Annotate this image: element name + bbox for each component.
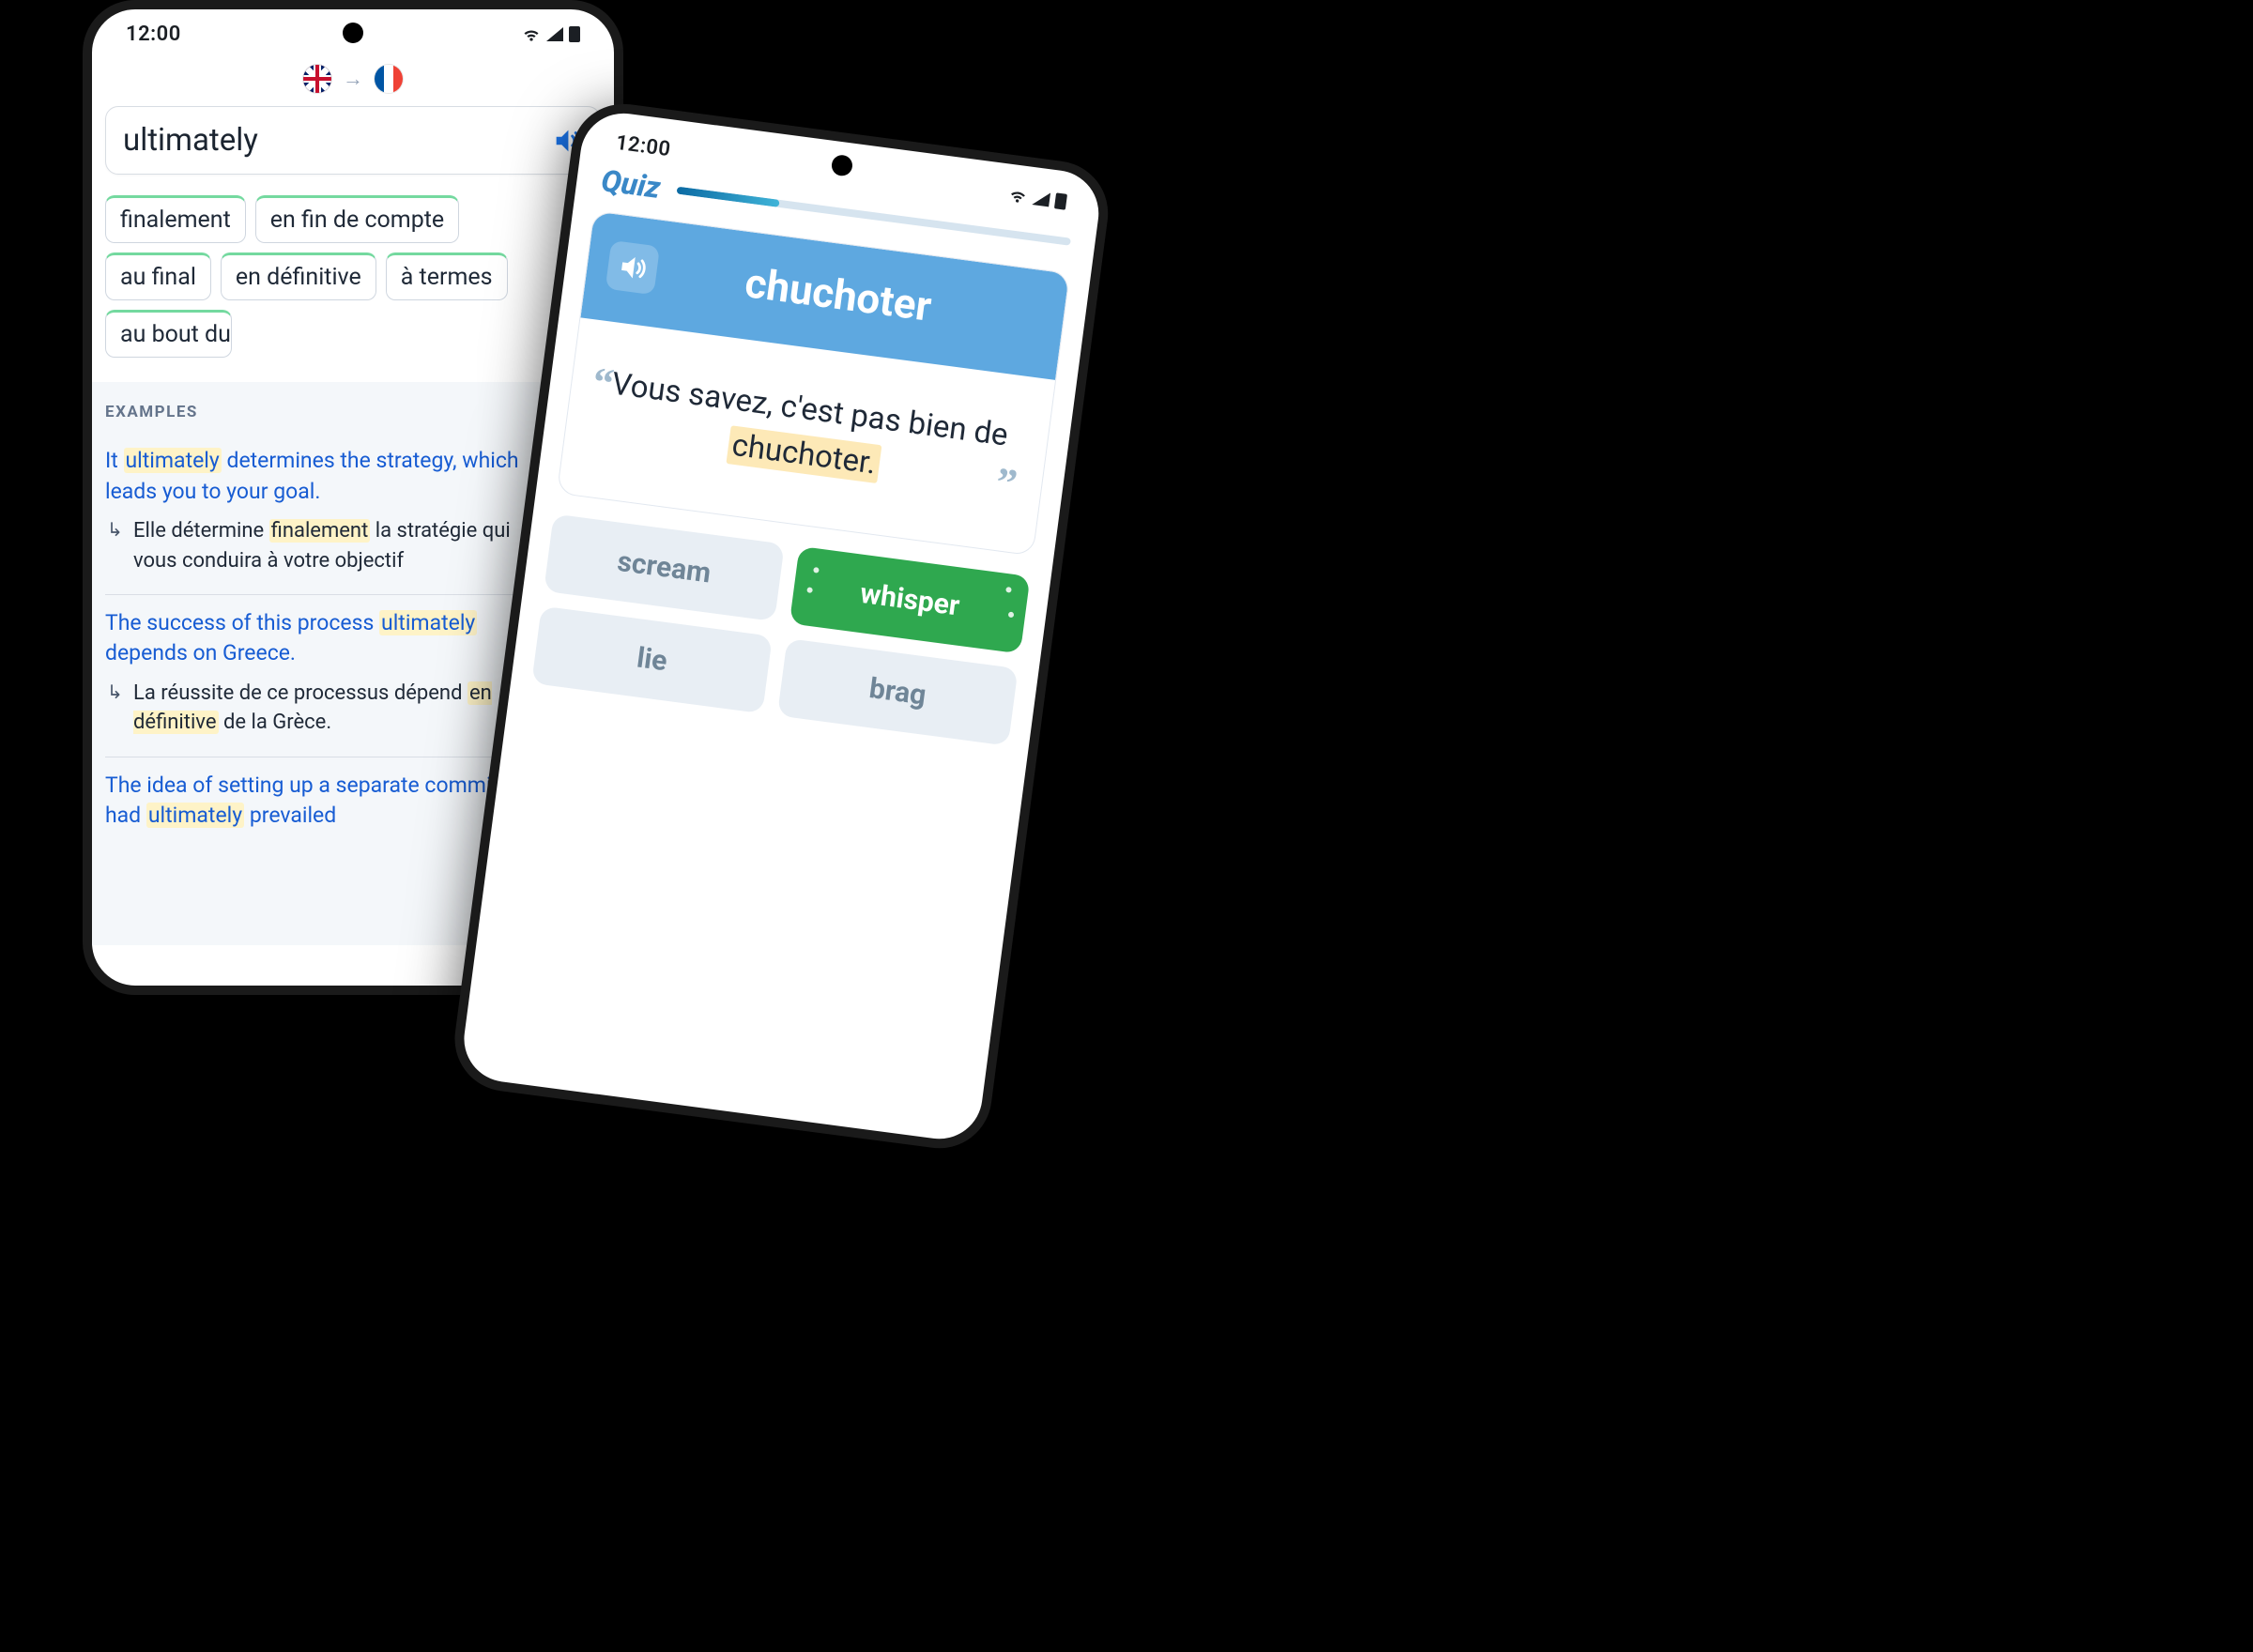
translation-chip[interactable]: en définitive bbox=[221, 252, 376, 300]
wifi-icon bbox=[522, 25, 541, 44]
translation-chip[interactable]: au bout du bbox=[105, 310, 232, 358]
answer-option[interactable]: brag bbox=[777, 638, 1019, 746]
answer-option[interactable]: lie bbox=[531, 605, 773, 713]
examples-heading: EXAMPLES bbox=[105, 403, 601, 421]
flag-uk-icon bbox=[303, 65, 331, 93]
translation-chip[interactable]: en fin de compte bbox=[255, 195, 459, 243]
signal-icon bbox=[546, 27, 563, 41]
translation-chip[interactable]: au final bbox=[105, 252, 211, 300]
arrow-right-icon: → bbox=[343, 67, 363, 91]
camera-notch bbox=[343, 23, 363, 43]
quote-close-icon: ” bbox=[992, 452, 1020, 514]
play-word-button[interactable] bbox=[605, 240, 660, 295]
translation-chips: finalement en fin de compte au final en … bbox=[105, 195, 601, 358]
status-icons bbox=[522, 25, 580, 44]
battery-icon bbox=[569, 26, 580, 42]
translation-chip[interactable]: finalement bbox=[105, 195, 246, 243]
answer-option-correct[interactable]: whisper bbox=[789, 546, 1031, 654]
example-translation: La réussite de ce processus dépend en dé… bbox=[105, 679, 550, 737]
flag-fr-icon bbox=[375, 65, 403, 93]
answer-grid: scream whisper lie brag bbox=[531, 513, 1030, 745]
quiz-prompt-word: chuchoter bbox=[668, 249, 1045, 346]
answer-option[interactable]: scream bbox=[544, 513, 785, 621]
status-time: 12:00 bbox=[614, 131, 672, 161]
status-time: 12:00 bbox=[126, 23, 181, 46]
search-word: ultimately bbox=[123, 122, 258, 159]
quiz-title: Quiz bbox=[599, 162, 663, 206]
speaker-icon bbox=[615, 250, 651, 285]
quote-open-icon: “ bbox=[589, 352, 617, 414]
example-translation: Elle détermine finalement la stratégie q… bbox=[105, 516, 550, 574]
translation-chip[interactable]: à termes bbox=[386, 252, 508, 300]
quiz-card: chuchoter “ Vous savez, c'est pas bien d… bbox=[557, 210, 1070, 556]
language-direction[interactable]: → bbox=[105, 57, 601, 106]
battery-icon bbox=[1054, 192, 1067, 209]
status-icons bbox=[1007, 185, 1067, 211]
signal-icon bbox=[1032, 191, 1050, 206]
example-source[interactable]: The success of this process ultimately d… bbox=[105, 608, 550, 669]
search-card[interactable]: ultimately bbox=[105, 106, 601, 175]
example-source[interactable]: It ultimately determines the strategy, w… bbox=[105, 446, 550, 507]
wifi-icon bbox=[1007, 185, 1028, 206]
